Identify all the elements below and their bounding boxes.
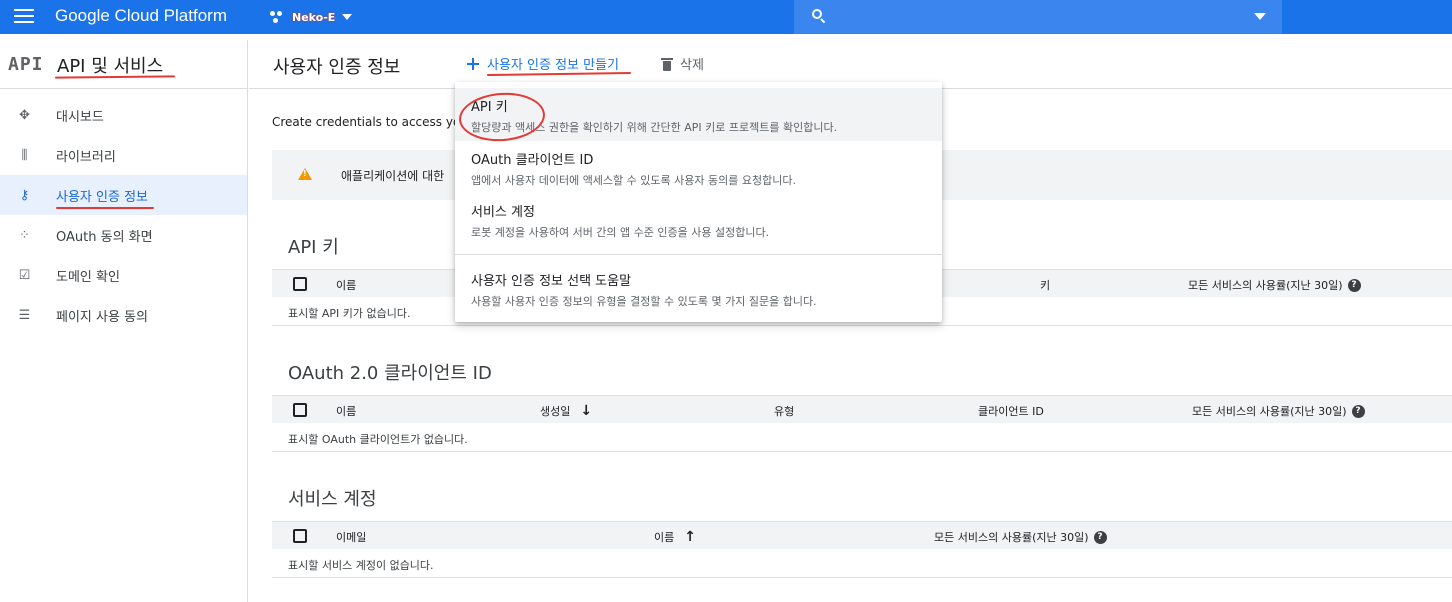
column-header-key[interactable]: 키 (1040, 277, 1050, 293)
sidebar-item-domain-verification[interactable]: ☑ 도메인 확인 (0, 255, 247, 295)
key-icon: ⚷ (19, 188, 30, 203)
sidebar-item-label: OAuth 동의 화면 (56, 229, 153, 245)
column-header-name[interactable]: 이름 (336, 403, 356, 419)
help-icon[interactable]: ? (1347, 278, 1361, 292)
page-title: 사용자 인증 정보 (273, 57, 401, 78)
sidebar-header: API API 및 서비스 (0, 40, 247, 89)
menu-item-help-me-choose[interactable]: 사용자 인증 정보 선택 도움말 사용할 사용자 인증 정보의 유형을 결정할 … (455, 262, 942, 314)
section-title-service-accounts: 서비스 계정 (288, 489, 377, 510)
column-header-name[interactable]: 이름 ↑ (654, 529, 696, 545)
service-accounts-table-header: 이메일 이름 ↑ 모든 서비스의 사용률(지난 30일) ? (272, 521, 1452, 549)
menu-item-title: 서비스 계정 (471, 205, 535, 220)
sidebar-item-label: 대시보드 (56, 109, 104, 125)
create-credentials-menu: API 키 할당량과 액세스 권한을 확인하기 위해 간단한 API 키로 프로… (455, 82, 942, 322)
sidebar-item-page-usage-agreement[interactable]: ☰ 페이지 사용 동의 (0, 295, 247, 335)
arrow-up-icon: ↑ (684, 529, 696, 545)
section-title-oauth: OAuth 2.0 클라이언트 ID (288, 363, 492, 384)
sidebar-item-label: 사용자 인증 정보 (56, 189, 148, 205)
column-header-created[interactable]: 생성일 ↓ (540, 403, 592, 419)
column-header-usage[interactable]: 모든 서비스의 사용률(지난 30일) ? (934, 529, 1107, 545)
menu-icon[interactable] (14, 8, 34, 24)
help-icon[interactable]: ? (1351, 404, 1365, 418)
project-icon (270, 10, 284, 24)
column-header-created-label: 생성일 (540, 405, 571, 418)
menu-item-desc: 앱에서 사용자 데이터에 액세스할 수 있도록 사용자 동의를 요청합니다. (471, 174, 796, 187)
api-logo: API (8, 54, 44, 75)
column-header-name-label: 이름 (654, 531, 675, 544)
settings-list-icon: ☰ (18, 308, 31, 323)
create-credentials-button[interactable]: 사용자 인증 정보 만들기 (467, 54, 619, 73)
sidebar-item-label: 페이지 사용 동의 (56, 309, 148, 325)
brand-title[interactable]: Google Cloud Platform (55, 6, 227, 26)
menu-item-desc: 사용할 사용자 인증 정보의 유형을 결정할 수 있도록 몇 가지 질문을 합니… (471, 295, 817, 308)
menu-divider (455, 254, 942, 255)
column-header-email[interactable]: 이메일 (336, 529, 366, 545)
search-input[interactable] (794, 0, 1282, 34)
column-header-name[interactable]: 이름 (336, 277, 356, 293)
sidebar-item-label: 라이브러리 (56, 149, 116, 165)
help-icon[interactable]: ? (1093, 530, 1107, 544)
intro-text: Create credentials to access you (272, 115, 468, 129)
top-app-bar: Google Cloud Platform Neko-Eco (0, 0, 1452, 34)
column-header-client-id[interactable]: 클라이언트 ID (978, 403, 1044, 419)
menu-item-desc: 할당량과 액세스 권한을 확인하기 위해 간단한 API 키로 프로젝트를 확인… (471, 121, 838, 134)
arrow-down-icon: ↓ (580, 403, 593, 419)
menu-item-title: OAuth 클라이언트 ID (471, 153, 594, 168)
menu-item-title: 사용자 인증 정보 선택 도움말 (471, 274, 632, 289)
empty-text: 표시할 OAuth 클라이언트가 없습니다. (288, 433, 468, 446)
select-all-checkbox[interactable] (293, 403, 307, 417)
oauth-table-header: 이름 생성일 ↓ 유형 클라이언트 ID 모든 서비스의 사용률(지난 30일)… (272, 395, 1452, 423)
library-icon: ⫼ (21, 148, 28, 163)
empty-text: 표시할 서비스 계정이 없습니다. (288, 559, 434, 572)
service-accounts-empty-row: 표시할 서비스 계정이 없습니다. (272, 549, 1452, 578)
sidebar-item-oauth-consent[interactable]: ⁘ OAuth 동의 화면 (0, 215, 247, 255)
menu-item-service-account[interactable]: 서비스 계정 로봇 계정을 사용하여 서버 간의 앱 수준 인증을 사용 설정합… (455, 193, 942, 245)
chevron-down-icon (342, 14, 352, 20)
create-credentials-label: 사용자 인증 정보 만들기 (487, 58, 619, 73)
oauth-empty-row: 표시할 OAuth 클라이언트가 없습니다. (272, 423, 1452, 452)
project-name: Neko-Eco (292, 10, 336, 24)
trash-icon (661, 57, 673, 71)
menu-item-api-key[interactable]: API 키 할당량과 액세스 권한을 확인하기 위해 간단한 API 키로 프로… (455, 88, 942, 141)
select-all-checkbox[interactable] (293, 277, 307, 291)
menu-item-title: API 키 (471, 100, 508, 115)
section-title-api-keys: API 키 (288, 237, 339, 258)
menu-item-desc: 로봇 계정을 사용하여 서버 간의 앱 수준 인증을 사용 설정합니다. (471, 226, 770, 239)
annotation-underline (54, 75, 176, 79)
select-all-checkbox[interactable] (293, 529, 307, 543)
column-header-usage[interactable]: 모든 서비스의 사용률(지난 30일) ? (1188, 277, 1361, 293)
search-dropdown-icon[interactable] (1254, 13, 1266, 20)
column-header-type[interactable]: 유형 (774, 403, 794, 419)
dashboard-icon: ✥ (19, 108, 30, 123)
sidebar-title: API 및 서비스 (57, 56, 164, 77)
sidebar-item-credentials[interactable]: ⚷ 사용자 인증 정보 (0, 175, 247, 215)
search-icon (812, 9, 826, 24)
sidebar: API API 및 서비스 ✥ 대시보드 ⫼ 라이브러리 ⚷ 사용자 인증 정보… (0, 40, 248, 602)
annotation-underline (56, 207, 154, 209)
sidebar-item-library[interactable]: ⫼ 라이브러리 (0, 135, 247, 175)
checkbox-icon: ☑ (18, 268, 31, 283)
warning-icon (298, 168, 312, 180)
warning-text: 애플리케이션에 대한 (341, 169, 445, 183)
column-header-usage-label: 모든 서비스의 사용률(지난 30일) (1192, 405, 1347, 418)
delete-label: 삭제 (680, 58, 704, 73)
column-header-usage-label: 모든 서비스의 사용률(지난 30일) (934, 531, 1089, 544)
consent-icon: ⁘ (19, 228, 30, 243)
column-header-usage-label: 모든 서비스의 사용률(지난 30일) (1188, 279, 1343, 292)
sidebar-item-label: 도메인 확인 (56, 269, 120, 285)
column-header-usage[interactable]: 모든 서비스의 사용률(지난 30일) ? (1192, 403, 1365, 419)
sidebar-item-dashboard[interactable]: ✥ 대시보드 (0, 95, 247, 135)
project-selector[interactable]: Neko-Eco (270, 8, 352, 26)
delete-button[interactable]: 삭제 (661, 54, 704, 73)
menu-item-oauth-client-id[interactable]: OAuth 클라이언트 ID 앱에서 사용자 데이터에 액세스할 수 있도록 사… (455, 141, 942, 193)
sidebar-nav: ✥ 대시보드 ⫼ 라이브러리 ⚷ 사용자 인증 정보 ⁘ OAuth 동의 화면… (0, 89, 247, 335)
plus-icon (467, 57, 479, 70)
empty-text: 표시할 API 키가 없습니다. (288, 307, 411, 320)
